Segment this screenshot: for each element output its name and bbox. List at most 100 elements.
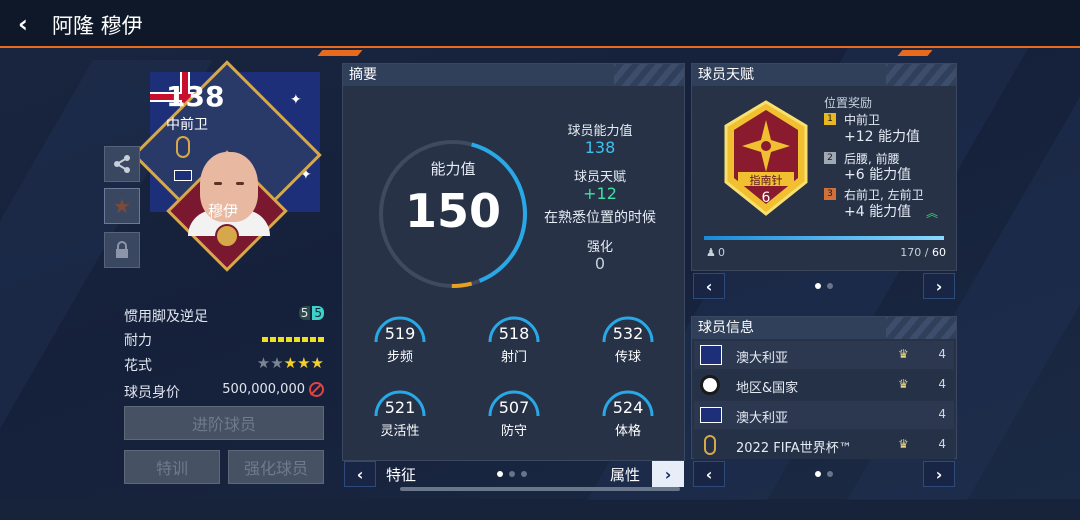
overall-label: 能力值 [430,160,476,178]
card-player-name: 穆伊 [208,202,239,220]
info-row-region[interactable]: 地区&国家 ♛ 4 [694,371,954,399]
lock-icon [116,241,128,258]
info-page-dots [815,471,833,477]
weak-foot-value: 5 [312,306,324,320]
crown-icon: ♛ [898,347,909,361]
upgrade-player-button[interactable]: 进阶球员 [124,406,324,440]
summary-prev-button[interactable]: ‹ [344,461,376,487]
badge-name: 指南针 [749,174,783,187]
crown-icon: ♛ [898,377,909,391]
summary-page-dots [497,471,527,477]
chevron-left-icon: ‹ [356,464,364,484]
share-icon [114,155,130,173]
talent-label: 球员天赋 [573,170,626,185]
player-value-text: 500,000,000 [222,382,305,397]
scroll-indicator[interactable] [400,487,680,491]
summary-footer-left[interactable]: 特征 [386,464,416,485]
strong-foot-value: 5 [298,306,311,320]
talent-header: 球员天赋 [692,64,956,86]
stat-physical: 524 体格 [583,386,673,446]
skill-stars-filled: ★★★ [283,354,324,372]
info-text: 2022 FIFA世界杯™ [736,441,852,456]
info-level: 4 [938,437,946,451]
info-level: 4 [938,347,946,361]
info-row-team[interactable]: 澳大利亚 4 [694,401,954,429]
top-bar: ‹ 阿隆 穆伊 [0,0,1080,48]
info-title: 球员信息 [698,320,754,336]
stat-label: 传球 [614,350,641,365]
talent-prev-button[interactable]: ‹ [693,273,725,299]
summary-footer-right[interactable]: 属性 [610,464,640,485]
australia-flag-icon [700,407,722,423]
nation-flag-icon [174,170,192,181]
bonus-value: +12 能力值 [844,129,920,145]
club-badge-icon [215,224,239,248]
summary-next-button[interactable]: › [652,461,684,487]
info-row-nation[interactable]: 澳大利亚 ♛ 4 [694,341,954,369]
talent-progress-fill [704,236,944,240]
skill-label: 花式 [124,358,152,374]
enhance-label: 强化 [586,240,613,255]
stat-value: 532 [612,324,644,343]
summary-panel: 摘要 能力值 150 球员能力值 138 球员天赋 +12 在熟悉位置的时候 强… [342,63,685,461]
info-row-event[interactable]: 2022 FIFA世界杯™ ♛ 4 [694,431,954,459]
talent-next-button[interactable]: › [923,273,955,299]
stamina-label: 耐力 [124,333,152,349]
info-header: 球员信息 [692,317,956,339]
lock-button[interactable] [104,232,140,268]
info-text: 澳大利亚 [736,411,789,426]
chevron-right-icon: › [664,464,672,484]
stat-label: 防守 [500,424,527,439]
foot-values: 5 5 [298,306,324,320]
info-prev-button[interactable]: ‹ [693,461,725,487]
cost-icon: ♟ [706,246,716,259]
progress-separator: / [921,246,932,259]
skill-stars-empty: ★★ [256,354,284,372]
talent-value: +12 [583,184,617,203]
summary-header: 摘要 [343,64,684,86]
info-text: 澳大利亚 [736,351,789,366]
back-button[interactable]: ‹ [18,10,28,38]
favorite-button[interactable]: ★ [104,188,140,224]
info-next-button[interactable]: › [923,461,955,487]
badge-level: 6 [761,190,771,206]
info-level: 4 [938,377,946,391]
chevron-right-icon: › [935,464,943,484]
crown-icon: ♛ [898,437,909,451]
page-title: 阿隆 穆伊 [52,14,143,38]
enhance-player-button[interactable]: 强化球员 [228,450,324,484]
player-ability-value: 138 [584,138,616,157]
stat-shooting: 518 射门 [469,312,559,372]
stat-value: 521 [384,398,416,417]
info-text: 地区&国家 [736,381,799,396]
world-cup-logo-icon [176,136,190,158]
bonus-value: +4 能力值 [844,204,912,220]
progress-ratio: 170 / 60 [900,246,946,259]
stat-defending: 507 防守 [469,386,559,446]
card-position: 中前卫 [166,117,208,133]
bonus-rank-badge: 3 [824,188,836,200]
player-ability-label: 球员能力值 [567,124,633,139]
bonus-header: 位置奖励 [824,96,873,110]
progress-left-value: 0 [718,246,725,259]
talent-note: 在熟悉位置的时候 [544,210,656,226]
stamina-row: 耐力 [124,330,324,350]
accent-bar [897,50,933,56]
bonus-value: +6 能力值 [844,167,912,183]
talent-page-dots [815,283,833,289]
stat-label: 射门 [500,350,527,365]
info-level: 4 [938,407,946,421]
level-up-icon: ︽ [926,206,939,220]
progress-max: 60 [932,246,946,259]
chevron-right-icon: › [935,276,943,296]
foot-row: 惯用脚及逆足 5 5 [124,306,324,326]
training-button[interactable]: 特训 [124,450,220,484]
bonus-rank-badge: 1 [824,113,836,125]
player-card[interactable]: 138 中前卫 穆伊 [132,60,322,272]
star-icon: ★ [113,194,131,218]
player-value: 500,000,000 [222,382,324,397]
world-cup-icon [704,435,716,455]
share-button[interactable] [104,146,140,182]
stat-agility: 521 灵活性 [355,386,445,446]
stat-value: 518 [498,324,530,343]
